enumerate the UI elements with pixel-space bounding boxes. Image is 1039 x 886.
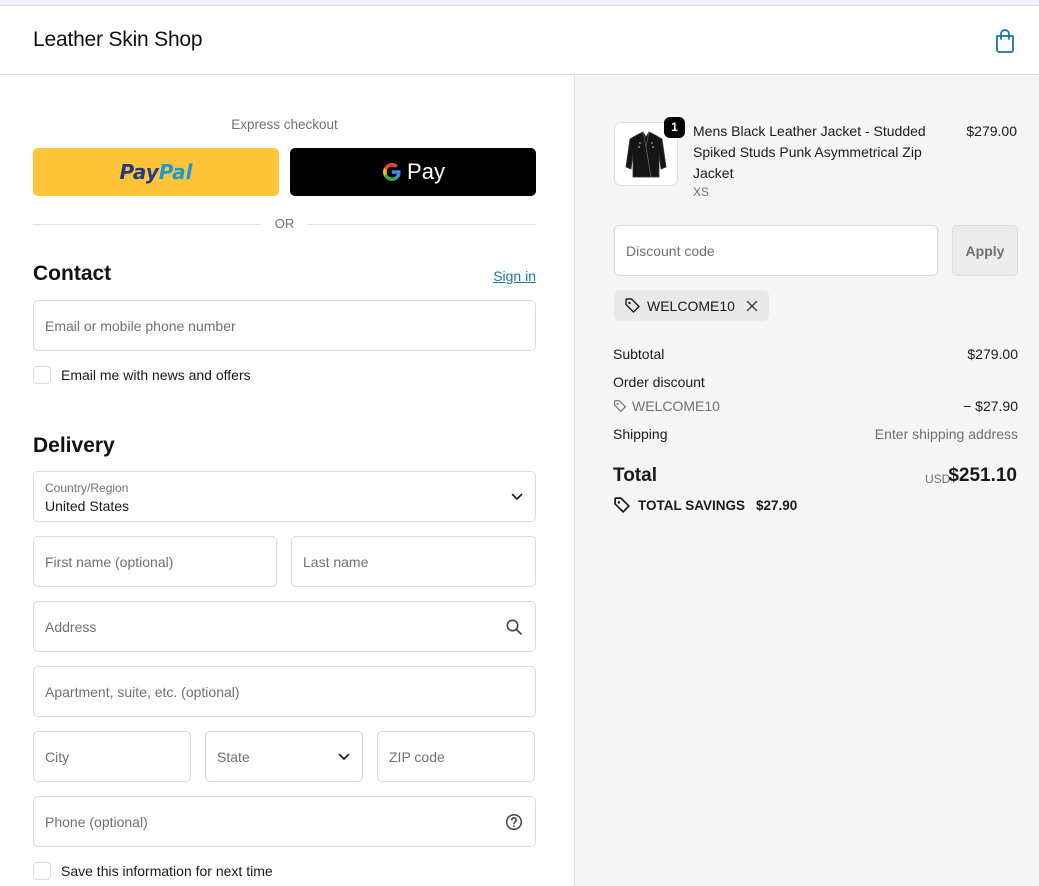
product-variant: XS — [693, 185, 710, 199]
delivery-title: Delivery — [33, 434, 115, 457]
product-price: $279.00 — [966, 123, 1017, 139]
contact-title: Contact — [33, 262, 112, 285]
order-discount-row: Order discount — [613, 374, 1018, 390]
phone-input[interactable] — [34, 797, 535, 846]
state-placeholder: State — [217, 749, 250, 765]
google-g-icon — [383, 163, 401, 181]
city-field[interactable] — [33, 731, 191, 782]
order-summary-column: 1 Mens Black Leather Jacket - Studded Sp… — [574, 76, 1039, 886]
zip-input[interactable] — [378, 732, 534, 781]
country-value: United States — [45, 498, 130, 514]
order-discount-code: WELCOME10 — [632, 398, 720, 414]
tag-icon — [625, 298, 640, 313]
savings-label: TOTAL SAVINGS — [638, 497, 746, 513]
first-name-field[interactable] — [33, 536, 277, 587]
checkout-form-column: Express checkout Pay Pal Pay OR Contact S… — [0, 76, 574, 886]
phone-field[interactable] — [33, 796, 536, 847]
email-input[interactable] — [34, 301, 535, 350]
discount-code-field[interactable] — [614, 225, 938, 276]
paypal-logo-pay: Pay — [119, 160, 159, 184]
country-select[interactable]: Country/Region United States — [33, 471, 536, 522]
discount-code-input[interactable] — [615, 226, 937, 275]
paypal-button[interactable]: Pay Pal — [33, 148, 279, 196]
save-info-checkbox-row[interactable]: Save this information for next time — [33, 862, 273, 880]
order-discount-value: − $27.90 — [963, 398, 1018, 414]
tag-icon — [614, 400, 626, 412]
save-info-label: Save this information for next time — [61, 863, 273, 879]
country-label: Country/Region — [45, 481, 129, 495]
shop-name[interactable]: Leather Skin Shop — [33, 28, 203, 52]
remove-discount-icon[interactable] — [745, 299, 759, 313]
applied-discount-code: WELCOME10 — [647, 297, 735, 314]
google-pay-button[interactable]: Pay — [290, 148, 536, 196]
state-select[interactable]: State — [205, 731, 363, 782]
last-name-field[interactable] — [291, 536, 536, 587]
total-label: Total — [613, 465, 657, 486]
paypal-logo-pal: Pal — [158, 160, 193, 184]
shopping-bag-icon[interactable] — [993, 28, 1017, 54]
savings-value: $27.90 — [756, 497, 798, 513]
news-offers-checkbox-row[interactable]: Email me with news and offers — [33, 366, 251, 384]
news-offers-label: Email me with news and offers — [61, 367, 251, 383]
address-field[interactable] — [33, 601, 536, 652]
order-discount-code-row: WELCOME10 − $27.90 — [613, 398, 1018, 416]
product-name: Mens Black Leather Jacket - Studded Spik… — [693, 123, 926, 181]
order-discount-label: Order discount — [613, 374, 705, 390]
site-header: Leather Skin Shop — [0, 6, 1039, 75]
first-name-input[interactable] — [34, 537, 276, 586]
applied-discount-tag: WELCOME10 — [614, 290, 769, 321]
zip-field[interactable] — [377, 731, 535, 782]
address-input[interactable] — [34, 602, 535, 651]
express-checkout-label: Express checkout — [231, 117, 338, 132]
subtotal-row: Subtotal $279.00 — [613, 346, 1018, 362]
shipping-value: Enter shipping address — [874, 426, 1018, 442]
city-input[interactable] — [34, 732, 190, 781]
total-currency: USD — [925, 472, 951, 486]
chevron-down-icon — [338, 753, 350, 760]
quantity-badge: 1 — [664, 117, 685, 138]
help-circle-icon[interactable] — [505, 813, 523, 831]
shipping-label: Shipping — [613, 426, 668, 442]
apartment-input[interactable] — [34, 667, 535, 716]
subtotal-label: Subtotal — [613, 346, 665, 362]
subtotal-value: $279.00 — [967, 346, 1018, 362]
sign-in-link[interactable]: Sign in — [480, 268, 536, 284]
tag-icon — [614, 497, 630, 513]
total-savings: TOTAL SAVINGS $27.90 — [613, 496, 797, 514]
shipping-row: Shipping Enter shipping address — [613, 426, 1018, 442]
or-divider: OR — [33, 216, 536, 232]
search-icon[interactable] — [505, 618, 523, 636]
apartment-field[interactable] — [33, 666, 536, 717]
total-value: $251.10 — [948, 465, 1017, 486]
apply-discount-button[interactable]: Apply — [952, 225, 1018, 276]
news-offers-checkbox[interactable] — [33, 366, 51, 384]
save-info-checkbox[interactable] — [33, 862, 51, 880]
chevron-down-icon — [511, 493, 523, 500]
google-pay-label: Pay — [407, 159, 445, 184]
email-field[interactable] — [33, 300, 536, 351]
last-name-input[interactable] — [292, 537, 535, 586]
